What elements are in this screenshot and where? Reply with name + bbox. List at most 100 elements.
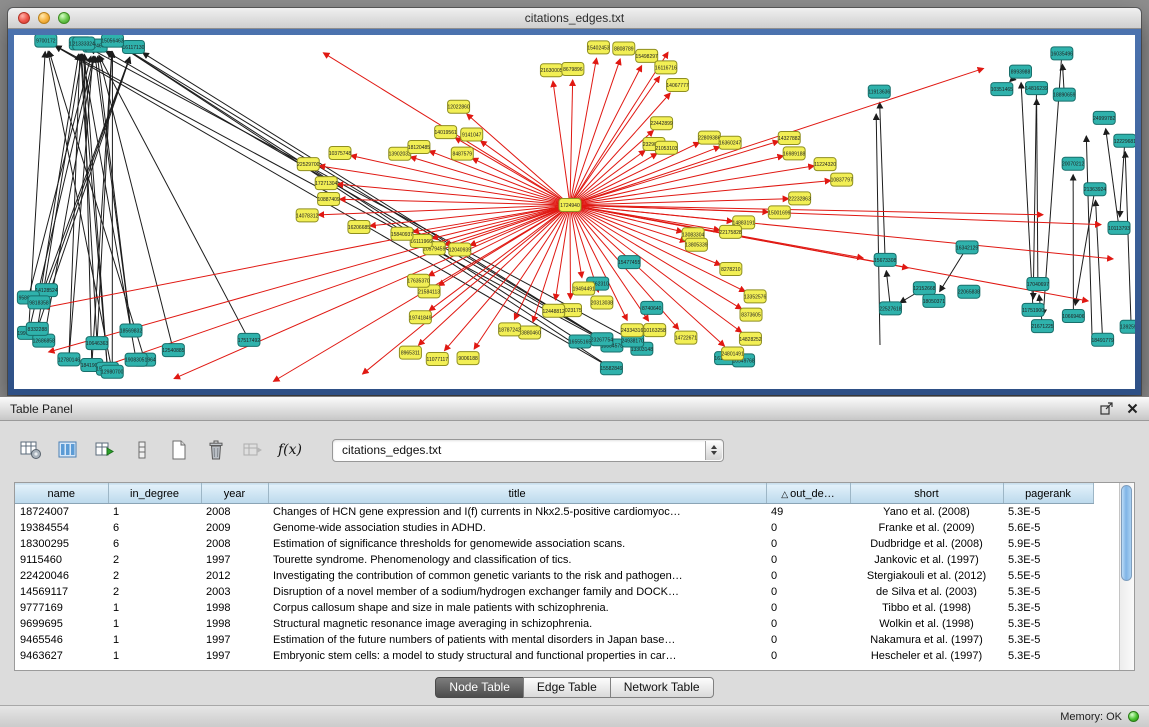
- network-node[interactable]: 18569832: [120, 324, 142, 337]
- network-node[interactable]: 9700172: [35, 35, 57, 47]
- network-node[interactable]: 10646363: [86, 337, 108, 350]
- network-node[interactable]: 13352576: [744, 290, 766, 303]
- network-edge[interactable]: [570, 205, 1088, 301]
- network-edge[interactable]: [99, 56, 173, 350]
- table-row[interactable]: 977716911998Corpus callosum shape and si…: [15, 600, 1093, 616]
- network-node[interactable]: 21671225: [1031, 320, 1053, 333]
- network-edge[interactable]: [122, 47, 580, 342]
- table-row[interactable]: 946554611997Estimation of the future num…: [15, 632, 1093, 648]
- network-node[interactable]: 21053103: [655, 141, 677, 154]
- close-panel-icon[interactable]: [1125, 402, 1139, 416]
- table-scrollbar[interactable]: [1119, 483, 1134, 670]
- edit-table-button[interactable]: [92, 437, 118, 463]
- tab-network-table[interactable]: Network Table: [610, 677, 714, 698]
- network-node[interactable]: 10887409: [317, 192, 339, 205]
- network-node[interactable]: 8679896: [562, 62, 584, 75]
- network-node[interactable]: 16360247: [719, 136, 741, 149]
- tab-edge-table[interactable]: Edge Table: [523, 677, 611, 698]
- close-button[interactable]: [18, 12, 30, 24]
- network-node[interactable]: 10375748: [329, 147, 351, 160]
- table-row[interactable]: 2242004622012Investigating the contribut…: [15, 568, 1093, 584]
- network-node[interactable]: 16111966: [410, 235, 432, 248]
- network-node[interactable]: 16342129: [956, 241, 978, 254]
- network-node[interactable]: 12686858: [33, 334, 55, 347]
- network-edge[interactable]: [570, 142, 699, 205]
- network-node[interactable]: 14019561: [435, 126, 457, 139]
- function-builder-button[interactable]: f(x): [277, 437, 303, 463]
- table-row[interactable]: 969969511998Structural magnetic resonanc…: [15, 616, 1093, 632]
- network-node[interactable]: 24334316: [621, 324, 643, 337]
- table-row[interactable]: 1938455462009Genome-wide association stu…: [15, 520, 1093, 536]
- table-row[interactable]: 946362711997Embryonic stem cells: a mode…: [15, 648, 1093, 664]
- network-edge[interactable]: [97, 52, 112, 343]
- network-node[interactable]: 21363924: [1084, 183, 1106, 196]
- network-node[interactable]: 22809386: [698, 131, 720, 144]
- network-edge[interactable]: [174, 205, 570, 379]
- column-header-year[interactable]: year: [201, 484, 268, 504]
- network-edge[interactable]: [1075, 189, 1095, 305]
- table-row[interactable]: 1456911722003Disruption of a novel membe…: [15, 584, 1093, 600]
- network-node[interactable]: 19494491: [573, 282, 595, 295]
- network-node[interactable]: 12980700: [101, 365, 123, 378]
- network-node[interactable]: 13925931: [1120, 320, 1135, 333]
- network-node[interactable]: 10351465: [991, 83, 1013, 96]
- network-edge[interactable]: [553, 81, 570, 205]
- network-node[interactable]: 16989188: [783, 147, 805, 160]
- network-node[interactable]: 14078312: [296, 209, 318, 222]
- network-node[interactable]: 24999782: [1093, 111, 1115, 124]
- network-node[interactable]: 18491779: [1092, 333, 1114, 346]
- network-node[interactable]: 15001699: [768, 206, 790, 219]
- network-node[interactable]: 8808789: [613, 42, 635, 55]
- network-node[interactable]: 20070212: [1062, 157, 1084, 170]
- network-edge[interactable]: [122, 47, 612, 369]
- network-node[interactable]: 14828252: [739, 332, 761, 345]
- table-row[interactable]: 911546021997Tourette syndrome. Phenomeno…: [15, 552, 1093, 568]
- network-node[interactable]: 16206685: [348, 220, 370, 233]
- import-table-button[interactable]: [240, 437, 266, 463]
- network-edge[interactable]: [55, 46, 611, 368]
- network-node[interactable]: 21630005: [540, 64, 562, 77]
- network-node[interactable]: 12152668: [913, 282, 935, 295]
- table-selector-dropdown[interactable]: citations_edges.txt: [332, 439, 724, 462]
- network-node[interactable]: 8487579: [451, 147, 473, 160]
- network-node[interactable]: 14816239: [1025, 82, 1047, 95]
- network-view-window[interactable]: citations_edges.txt 97001721611713017271…: [8, 8, 1141, 395]
- network-node[interactable]: 19083051: [125, 353, 147, 366]
- network-node[interactable]: 1724940: [559, 199, 581, 212]
- network-edge[interactable]: [1037, 99, 1038, 284]
- network-node[interactable]: 8373605: [740, 308, 762, 321]
- network-node[interactable]: 15673308: [874, 253, 896, 266]
- network-edge[interactable]: [1021, 83, 1033, 310]
- network-node[interactable]: 11224320: [814, 158, 836, 171]
- network-edge[interactable]: [428, 205, 570, 276]
- network-node[interactable]: 15056463: [101, 35, 123, 47]
- network-edge[interactable]: [49, 51, 145, 359]
- table-row[interactable]: 1830029562008Estimation of significance …: [15, 536, 1093, 552]
- network-edge[interactable]: [143, 53, 612, 346]
- network-node[interactable]: 18050371: [923, 294, 945, 307]
- network-node[interactable]: 10669406: [1062, 309, 1084, 322]
- column-header-short[interactable]: short: [850, 484, 1003, 504]
- network-node[interactable]: 14067777: [666, 78, 688, 91]
- network-node[interactable]: 16035496: [1051, 47, 1073, 60]
- network-node[interactable]: 12229681: [1114, 134, 1135, 147]
- network-node[interactable]: 22529700: [297, 158, 319, 171]
- network-node[interactable]: 22442899: [650, 117, 672, 130]
- dropdown-stepper-icon[interactable]: [705, 441, 722, 460]
- network-node[interactable]: 12780146: [58, 353, 80, 366]
- network-edge[interactable]: [1125, 152, 1131, 327]
- network-node[interactable]: 15477455: [618, 256, 640, 269]
- minimize-button[interactable]: [38, 12, 50, 24]
- network-node[interactable]: 23880460: [518, 326, 540, 339]
- network-node[interactable]: 22232863: [788, 192, 810, 205]
- new-column-button[interactable]: [166, 437, 192, 463]
- network-node[interactable]: 17635370: [407, 274, 429, 287]
- network-node[interactable]: 21333324: [73, 37, 95, 50]
- network-node[interactable]: 24801491: [721, 347, 743, 360]
- network-edge[interactable]: [1033, 88, 1036, 299]
- network-edge[interactable]: [570, 205, 1113, 259]
- network-node[interactable]: 8965311: [399, 346, 421, 359]
- network-node[interactable]: 9818358: [28, 296, 50, 309]
- network-node[interactable]: 12540885: [162, 344, 184, 357]
- network-node[interactable]: 22065838: [958, 285, 980, 298]
